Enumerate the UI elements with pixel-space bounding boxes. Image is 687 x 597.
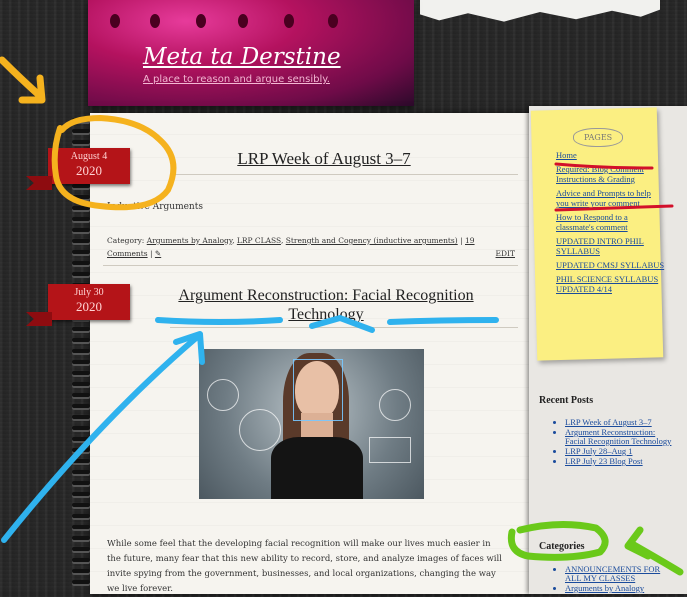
spiral-ring xyxy=(72,415,90,421)
spiral-ring xyxy=(72,118,90,124)
facial-recognition-photo xyxy=(199,349,424,499)
recent-post-item[interactable]: Argument Reconstruction: Facial Recognit… xyxy=(565,428,677,446)
post-date-ribbon: July 30 2020 xyxy=(48,284,130,320)
orange-arrow xyxy=(0,56,44,100)
spiral-ring xyxy=(72,580,90,586)
spiral-ring xyxy=(72,228,90,234)
post-date-month: July 30 xyxy=(74,287,104,298)
post-title-line: Argument Reconstruction: Facial Recognit… xyxy=(178,287,474,304)
page-link-phil-science-syllabus[interactable]: PHIL SCIENCE SYLLABUS UPDATED 4/14 xyxy=(556,274,666,294)
spiral-ring xyxy=(72,481,90,487)
category-item[interactable]: Arguments by Analogy xyxy=(565,584,677,593)
post-date-year: 2020 xyxy=(76,163,102,178)
category-link[interactable]: Arguments by Analogy xyxy=(147,236,232,245)
recent-post-item[interactable]: LRP July 23 Blog Post xyxy=(565,457,677,466)
spiral-ring xyxy=(72,184,90,190)
spiral-ring xyxy=(72,371,90,377)
post-date-ribbon: August 4 2020 xyxy=(48,148,130,184)
post-divider xyxy=(103,265,518,266)
recent-posts-list: LRP Week of August 3–7 Argument Reconstr… xyxy=(553,418,677,467)
edit-link[interactable]: EDIT xyxy=(496,247,515,260)
page-link-cmsj-syllabus[interactable]: UPDATED CMSJ SYLLABUS xyxy=(556,260,666,270)
recent-post-link[interactable]: Argument Reconstruction: Facial Recognit… xyxy=(565,427,671,446)
post-date-year: 2020 xyxy=(76,299,102,314)
category-link[interactable]: Strength and Cogency (inductive argument… xyxy=(286,236,458,245)
torn-paper-decoration xyxy=(420,0,660,22)
post-title-line: Technology xyxy=(288,306,364,323)
spiral-ring xyxy=(72,525,90,531)
post-title-link[interactable]: Argument Reconstruction: Facial Recognit… xyxy=(150,286,502,324)
spiral-ring xyxy=(72,129,90,135)
post-title-divider xyxy=(170,327,518,328)
edit-icon[interactable]: ✎ xyxy=(155,249,161,258)
spiral-ring xyxy=(72,140,90,146)
spiral-ring xyxy=(72,349,90,355)
post-excerpt: Inductive Arguments xyxy=(107,202,203,212)
spiral-ring xyxy=(72,547,90,553)
spiral-ring xyxy=(72,514,90,520)
spiral-ring xyxy=(72,492,90,498)
recent-post-link[interactable]: LRP Week of August 3–7 xyxy=(565,417,652,427)
recent-post-item[interactable]: LRP Week of August 3–7 xyxy=(565,418,677,427)
page-link-blog-comment-instructions[interactable]: Required: Blog Comment Instructions & Gr… xyxy=(556,164,656,184)
spiral-ring xyxy=(72,393,90,399)
pages-list: Home Required: Blog Comment Instructions… xyxy=(556,150,682,298)
spiral-ring xyxy=(72,327,90,333)
recent-posts-title: Recent Posts xyxy=(539,395,594,406)
category-link[interactable]: Arguments by Analogy xyxy=(565,583,644,593)
post-body-text: While some feel that the developing faci… xyxy=(107,539,502,594)
spiral-ring xyxy=(72,426,90,432)
categories-list: ANNOUNCEMENTS FOR ALL MY CLASSES Argumen… xyxy=(553,565,677,594)
spiral-ring xyxy=(72,404,90,410)
notebook-spiral xyxy=(72,118,90,594)
recent-post-link[interactable]: LRP July 23 Blog Post xyxy=(565,456,643,466)
spiral-ring xyxy=(72,360,90,366)
site-tagline[interactable]: A place to reason and argue sensibly. xyxy=(143,74,330,85)
post-date-month: August 4 xyxy=(70,151,108,162)
pages-header: PAGES xyxy=(573,128,624,147)
post-title-link[interactable]: LRP Week of August 3–7 xyxy=(205,149,443,169)
site-title-link[interactable]: Meta ta Derstine xyxy=(143,44,341,70)
spiral-ring xyxy=(72,536,90,542)
category-item[interactable]: ANNOUNCEMENTS FOR ALL MY CLASSES xyxy=(565,565,677,583)
page-link-intro-phil-syllabus[interactable]: UPDATED INTRO PHIL SYLLABUS xyxy=(556,236,656,256)
category-link[interactable]: LRP CLASS xyxy=(237,236,281,245)
page-link-respond-classmate[interactable]: How to Respond to a classmate's comment xyxy=(556,212,656,232)
spiral-ring xyxy=(72,206,90,212)
spiral-ring xyxy=(72,459,90,465)
spiral-ring xyxy=(72,217,90,223)
spiral-ring xyxy=(72,503,90,509)
categories-title: Categories xyxy=(539,541,585,552)
post-meta: Category: Arguments by Analogy, LRP CLAS… xyxy=(107,236,515,260)
spiral-ring xyxy=(72,569,90,575)
category-prefix: Category: xyxy=(107,236,147,245)
spiral-ring xyxy=(72,261,90,267)
spiral-ring xyxy=(72,272,90,278)
spiral-ring xyxy=(72,382,90,388)
spiral-ring xyxy=(72,338,90,344)
spiral-ring xyxy=(72,239,90,245)
recent-post-item[interactable]: LRP July 28–Aug 1 xyxy=(565,447,677,456)
stage-lights xyxy=(88,0,414,40)
page-link-advice-prompts[interactable]: Advice and Prompts to help you write you… xyxy=(556,188,656,208)
recent-post-link[interactable]: LRP July 28–Aug 1 xyxy=(565,446,632,456)
orange-arrow-head xyxy=(18,74,46,104)
spiral-ring xyxy=(72,470,90,476)
spiral-ring xyxy=(72,195,90,201)
category-link[interactable]: ANNOUNCEMENTS FOR ALL MY CLASSES xyxy=(565,564,660,583)
post-title-divider xyxy=(170,174,518,175)
page-link-home[interactable]: Home xyxy=(556,150,682,160)
spiral-ring xyxy=(72,558,90,564)
spiral-ring xyxy=(72,448,90,454)
spiral-ring xyxy=(72,437,90,443)
spiral-ring xyxy=(72,250,90,256)
